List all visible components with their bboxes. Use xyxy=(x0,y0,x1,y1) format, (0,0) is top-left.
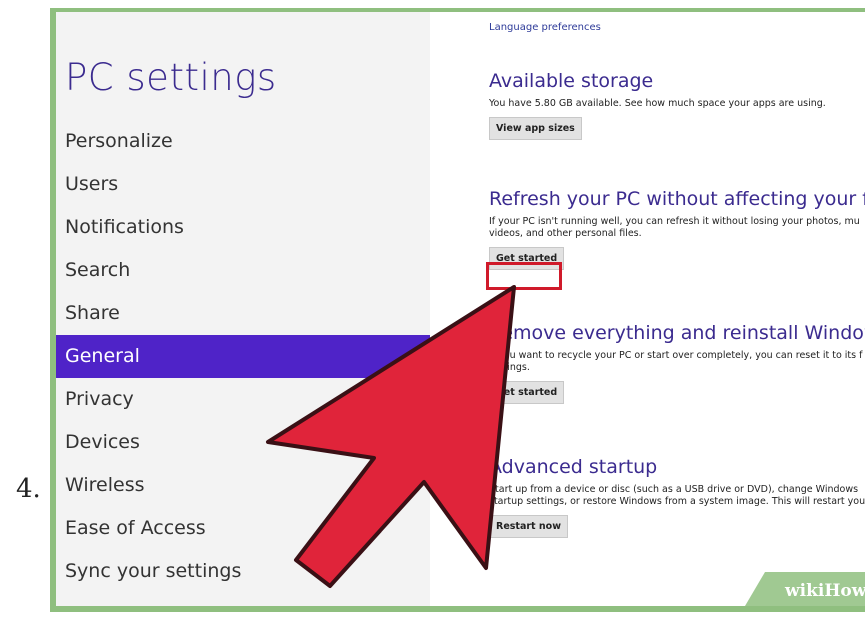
pc-settings-window: PC settings Personalize Users Notificati… xyxy=(56,12,865,606)
wikihow-watermark: wikiHow xyxy=(745,572,865,606)
pointer-arrow-icon xyxy=(266,285,516,588)
screenshot-frame: PC settings Personalize Users Notificati… xyxy=(50,8,865,612)
step-number: 4. xyxy=(16,474,41,504)
wikihow-watermark-text: wikiHow xyxy=(784,581,865,601)
